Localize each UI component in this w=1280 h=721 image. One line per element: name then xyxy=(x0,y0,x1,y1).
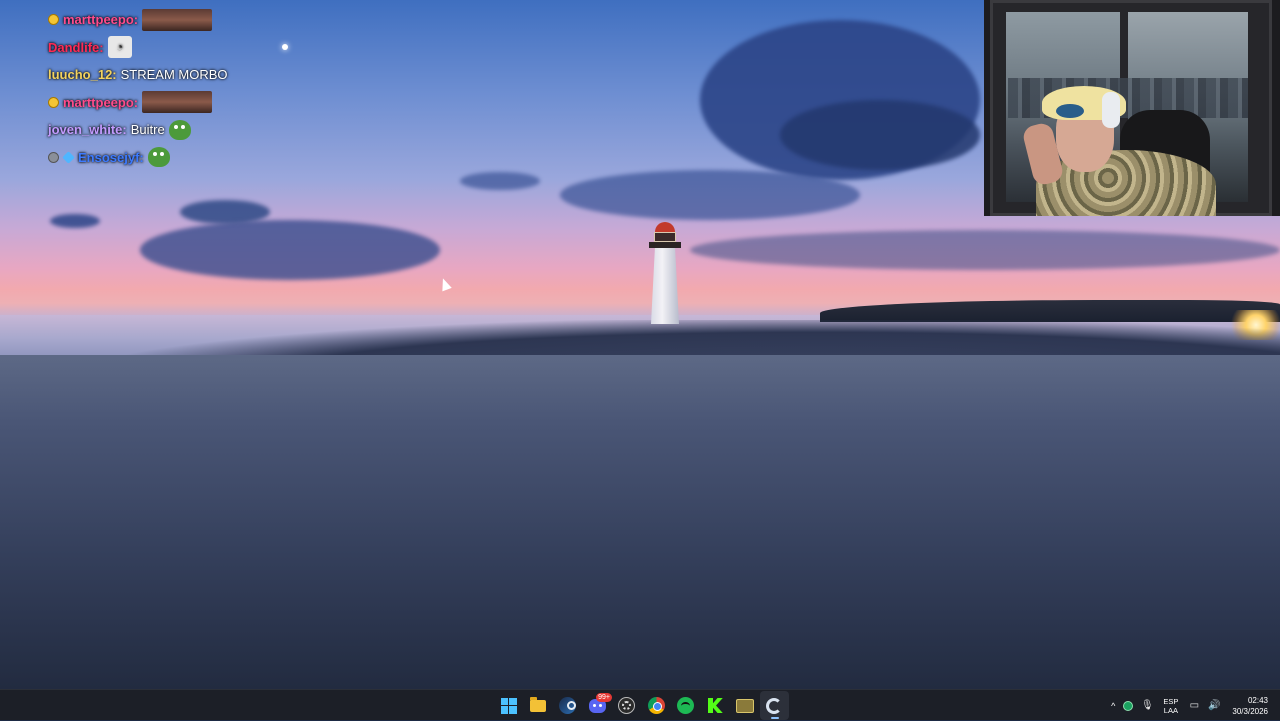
emote-image xyxy=(142,8,213,31)
clock-time: 02:43 xyxy=(1247,695,1268,705)
c-app-icon xyxy=(766,697,783,714)
chat-text: STREAM MORBO xyxy=(120,67,228,83)
cat-emote-icon: ◔ xyxy=(107,36,132,59)
chat-badge-icon xyxy=(48,14,59,26)
chat-username[interactable]: marttpeepo: xyxy=(63,95,138,110)
emote-image xyxy=(142,91,213,114)
webcam-headphones xyxy=(1102,92,1120,128)
chat-text: Buitre xyxy=(130,122,165,138)
cloud xyxy=(180,200,270,224)
spotify-icon xyxy=(677,697,695,714)
game-icon xyxy=(735,698,754,713)
obs-button[interactable] xyxy=(612,691,642,720)
clock-date: 30/3/2026 xyxy=(1232,706,1268,716)
rocks xyxy=(0,355,1280,689)
folder-icon xyxy=(530,696,547,712)
language-switcher[interactable]: ESP LAA xyxy=(1157,697,1184,715)
steam-button[interactable] xyxy=(553,691,583,720)
cloud xyxy=(780,100,980,170)
chat-badge-icon xyxy=(48,151,59,163)
chat-username[interactable]: Dandlife: xyxy=(48,40,104,55)
chat-username[interactable]: Ensosejyf: xyxy=(78,150,144,165)
taskbar-apps: 99+ xyxy=(494,690,789,721)
microphone-tray-button[interactable]: 🎙 xyxy=(1137,690,1157,721)
game-button[interactable] xyxy=(730,691,760,720)
steam-icon xyxy=(559,697,577,714)
spotify-button[interactable] xyxy=(671,691,701,720)
diamond-badge-icon xyxy=(62,151,75,164)
cloud xyxy=(140,220,440,280)
chat-username[interactable]: joven_white: xyxy=(48,122,127,137)
network-icon: ▭ xyxy=(1189,700,1200,711)
file-explorer-button[interactable] xyxy=(524,691,554,720)
chat-username[interactable]: marttpeepo: xyxy=(63,12,138,27)
pepe-emote-icon xyxy=(147,147,170,168)
language-code: ESP xyxy=(1163,696,1179,706)
defender-tray-button[interactable] xyxy=(1119,690,1137,721)
start-button[interactable] xyxy=(494,691,524,720)
obs-icon xyxy=(618,697,636,714)
chat-message: Ensosejyf: xyxy=(48,144,288,172)
network-tray-button[interactable]: ▭ xyxy=(1184,690,1204,721)
pepe-emote-icon xyxy=(168,119,191,140)
chat-username[interactable]: luucho_12: xyxy=(48,67,117,82)
webcam-hat-logo xyxy=(1056,104,1084,118)
windows-start-icon xyxy=(500,697,517,714)
chevron-up-icon: ^ xyxy=(1111,700,1116,711)
chat-message: joven_white: Buitre xyxy=(48,116,288,144)
c-app-button[interactable] xyxy=(759,691,789,720)
system-tray: ^ 🎙 ESP LAA ▭ 🔊 02:43 30/3/2026 xyxy=(1107,690,1280,721)
cloud xyxy=(50,214,100,228)
shield-icon xyxy=(1123,700,1134,711)
chrome-button[interactable] xyxy=(642,691,672,720)
stream-chat-overlay: marttpeepo: Dandlife: ◔ luucho_12: STREAM MO… xyxy=(48,6,288,171)
taskbar: 99+ ^ 🎙 ESP LAA ▭ 🔊 02:43 30/3/2026 xyxy=(0,689,1280,720)
microphone-icon: 🎙 xyxy=(1141,700,1154,711)
chat-message: marttpeepo: xyxy=(48,89,288,117)
lighthouse xyxy=(645,222,685,324)
chat-message: Dandlife: ◔ xyxy=(48,34,288,62)
notification-badge: 99+ xyxy=(596,693,612,702)
chat-message: marttpeepo: xyxy=(48,6,288,34)
show-hidden-icons-button[interactable]: ^ xyxy=(1107,690,1119,721)
clock[interactable]: 02:43 30/3/2026 xyxy=(1224,695,1280,717)
webcam-overlay xyxy=(984,0,1280,216)
chat-message: luucho_12: STREAM MORBO xyxy=(48,61,288,89)
discord-button[interactable]: 99+ xyxy=(583,691,612,720)
cloud xyxy=(560,170,860,220)
speaker-icon: 🔊 xyxy=(1208,700,1221,711)
kick-icon xyxy=(707,698,723,713)
chrome-icon xyxy=(647,697,665,714)
cloud xyxy=(690,230,1280,270)
chat-badge-icon xyxy=(48,96,59,108)
cloud xyxy=(460,172,540,190)
keyboard-layout: LAA xyxy=(1163,705,1178,715)
kick-button[interactable] xyxy=(701,691,731,720)
volume-tray-button[interactable]: 🔊 xyxy=(1204,690,1224,721)
